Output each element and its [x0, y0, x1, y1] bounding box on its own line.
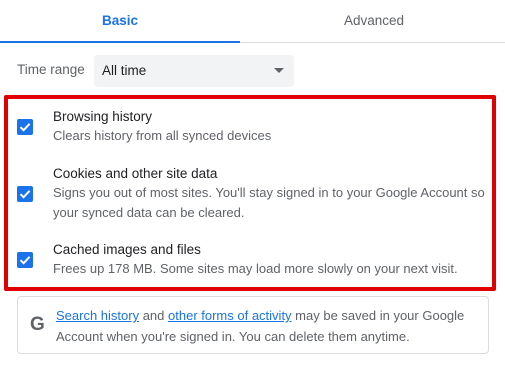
account-activity-info-card: G Search history and other forms of acti… — [17, 296, 489, 354]
caret-down-icon — [274, 68, 284, 73]
cached-images-checkbox[interactable] — [17, 252, 33, 268]
browsing-history-checkbox[interactable] — [17, 119, 33, 135]
cached-images-title: Cached images and files — [53, 242, 201, 257]
cookies-title: Cookies and other site data — [53, 166, 218, 181]
checkmark-icon — [19, 123, 31, 132]
google-g-icon: G — [30, 314, 45, 335]
info-text-part1: and — [139, 308, 169, 323]
checkmark-icon — [19, 256, 31, 265]
tab-advanced[interactable]: Advanced — [248, 0, 500, 42]
tab-basic[interactable]: Basic — [0, 0, 240, 43]
tab-bar: Basic Advanced — [0, 0, 505, 43]
browsing-history-description: Clears history from all synced devices — [53, 128, 272, 143]
active-tab-indicator — [0, 41, 240, 43]
cookies-checkbox[interactable] — [17, 186, 33, 202]
cached-images-description: Frees up 178 MB. Some sites may load mor… — [53, 261, 458, 276]
browsing-history-title: Browsing history — [53, 109, 153, 124]
tab-advanced-label: Advanced — [343, 13, 405, 28]
tab-basic-label: Basic — [101, 13, 139, 28]
time-range-selected-value: All time — [102, 63, 147, 78]
time-range-label: Time range — [17, 62, 85, 77]
search-history-link[interactable]: Search history — [56, 308, 139, 323]
time-range-dropdown[interactable]: All time — [94, 55, 294, 87]
checkmark-icon — [19, 190, 31, 199]
info-text: Search history and other forms of activi… — [56, 305, 476, 347]
cookies-description: Signs you out of most sites. You'll stay… — [53, 185, 485, 220]
other-activity-link[interactable]: other forms of activity — [168, 308, 292, 323]
